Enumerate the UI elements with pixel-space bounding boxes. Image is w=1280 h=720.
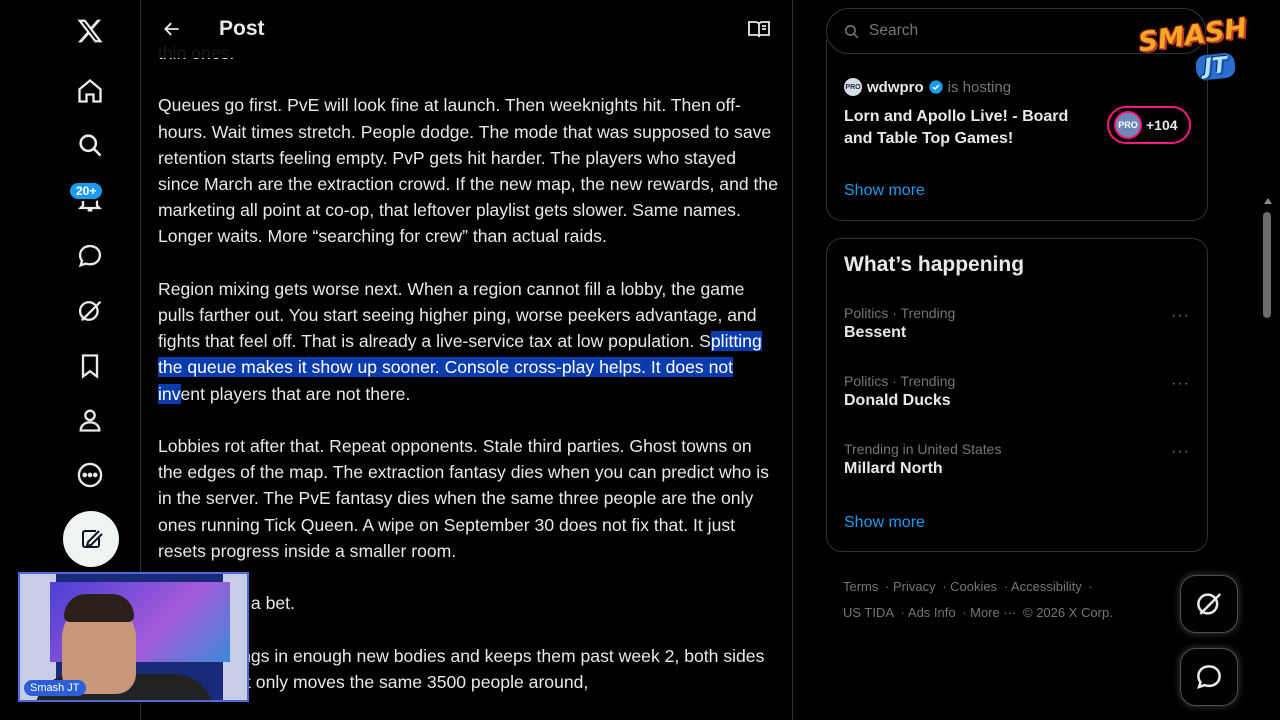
back-arrow-button[interactable] <box>155 12 189 46</box>
footer-link-terms[interactable]: Terms <box>843 579 878 594</box>
footer-link-privacy[interactable]: Privacy <box>893 579 936 594</box>
logo-text-top: SMASH <box>1136 12 1249 59</box>
trend-name: Donald Ducks <box>844 392 951 409</box>
listener-count: +104 <box>1146 117 1178 133</box>
grok-icon <box>1197 593 1222 615</box>
footer-link-accessibility[interactable]: Accessibility <box>1011 579 1082 594</box>
trend-more-options-icon[interactable]: ··· <box>1171 443 1190 461</box>
search-placeholder: Search <box>869 22 919 39</box>
space-title[interactable]: Lorn and Apollo Live! - Board and Table … <box>844 106 1094 150</box>
trend-item[interactable]: Politics · Trending Donald Ducks ··· <box>844 373 1190 410</box>
post-header: Post <box>141 0 792 58</box>
trend-meta: Trending in United States <box>844 441 1002 457</box>
explore-search-icon[interactable] <box>62 117 118 173</box>
grok-floating-button[interactable] <box>1180 575 1238 633</box>
whats-happening-title: What’s happening <box>844 253 1025 276</box>
messages-icon[interactable] <box>62 228 118 284</box>
post-body-text[interactable]: thin ones.Queues go first. PvE will look… <box>158 40 780 720</box>
verified-badge-icon <box>929 80 943 94</box>
webcam-overlay: Smash JT <box>18 572 249 702</box>
trend-name: Millard North <box>844 460 943 477</box>
scrollbar-up-arrow[interactable] <box>1264 198 1272 204</box>
space-listeners-pill[interactable]: PRO +104 <box>1107 106 1191 144</box>
trend-item[interactable]: Politics · Trending Bessent ··· <box>844 305 1190 342</box>
footer-link-more[interactable]: More ··· <box>970 605 1016 620</box>
paragraph-text: ent players that are not there. <box>180 383 411 404</box>
trend-item[interactable]: Trending in United States Millard North … <box>844 441 1190 478</box>
arrow-left-icon <box>164 22 179 36</box>
sidebar-footer: Terms · Privacy · Cookies · Accessibilit… <box>843 579 1113 620</box>
compose-post-button[interactable] <box>63 511 119 567</box>
paragraph-text: Queues go first. PvE will look fine at l… <box>158 95 778 247</box>
smash-jt-logo: SMASH JT <box>1132 12 1266 92</box>
footer-copyright: © 2026 X Corp. <box>1023 605 1113 620</box>
x-logo-icon[interactable] <box>62 3 118 59</box>
trend-more-options-icon[interactable]: ··· <box>1171 307 1190 325</box>
messages-floating-button[interactable] <box>1180 648 1238 706</box>
logo-text-bottom: JT <box>1194 52 1237 81</box>
profile-icon[interactable] <box>62 392 118 448</box>
post-paragraph: So co-op is a bet. <box>158 590 780 616</box>
webcam-name-label: Smash JT <box>24 680 86 696</box>
message-bubble-icon <box>1197 665 1221 689</box>
post-paragraph: Queues go first. PvE will look fine at l… <box>158 92 780 249</box>
page-title: Post <box>219 17 265 40</box>
space-host-row: PRO wdwpro is hosting <box>844 78 1011 96</box>
page-scrollbar-thumb[interactable] <box>1263 212 1271 318</box>
paragraph-text: Lobbies rot after that. Repeat opponents… <box>158 436 769 561</box>
footer-link-cookies[interactable]: Cookies <box>950 579 997 594</box>
whats-happening-panel: What’s happening Politics · Trending Bes… <box>826 238 1208 552</box>
home-icon[interactable] <box>62 63 118 119</box>
post-paragraph: Lobbies rot after that. Repeat opponents… <box>158 433 780 564</box>
bookmarks-icon[interactable] <box>62 338 118 394</box>
listener-avatar: PRO <box>1114 111 1142 139</box>
search-icon <box>845 24 859 38</box>
trend-name: Bessent <box>844 324 907 341</box>
more-options-icon[interactable] <box>62 447 118 503</box>
notifications-badge: 20+ <box>68 181 105 201</box>
host-name[interactable]: wdwpro <box>867 79 924 96</box>
trend-more-options-icon[interactable]: ··· <box>1171 375 1190 393</box>
space-show-more-link[interactable]: Show more <box>844 182 925 200</box>
post-paragraph: Region mixing gets worse next. When a re… <box>158 276 780 407</box>
footer-link-us-tida[interactable]: US TIDA <box>843 605 894 620</box>
grok-icon[interactable] <box>62 283 118 339</box>
footer-link-ads-info[interactable]: Ads Info <box>908 605 956 620</box>
compose-feather-icon <box>82 530 103 548</box>
post-paragraph: If co-op brings in enough new bodies and… <box>158 643 780 695</box>
trend-meta: Politics · Trending <box>844 373 956 389</box>
trend-meta: Politics · Trending <box>844 305 956 321</box>
trends-show-more-link[interactable]: Show more <box>844 514 925 532</box>
hosting-label: is hosting <box>947 78 1012 96</box>
paragraph-text: Region mixing gets worse next. When a re… <box>158 278 757 352</box>
reader-mode-book-icon[interactable] <box>747 17 771 41</box>
host-avatar: PRO <box>844 78 862 96</box>
